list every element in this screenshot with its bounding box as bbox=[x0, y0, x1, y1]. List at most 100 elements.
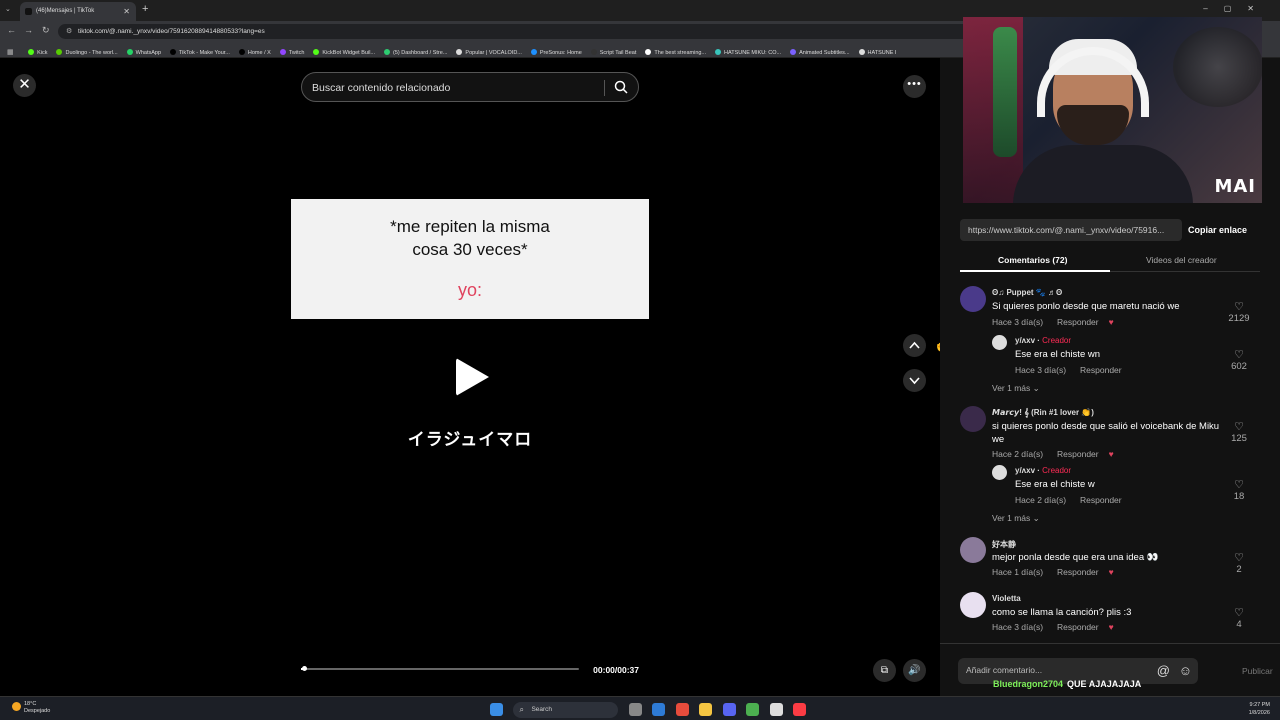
bookmark-item[interactable]: KickBot Widget Buil... bbox=[313, 49, 375, 56]
bookmark-item[interactable]: Home / X bbox=[238, 49, 271, 56]
settings-icon[interactable] bbox=[769, 703, 783, 717]
taskbar-search[interactable]: ⌕ Search bbox=[513, 701, 619, 718]
comment-time: Hace 3 día(s) bbox=[992, 622, 1044, 632]
comment-item: 好本静 mejor ponla desde que era una idea 👀… bbox=[960, 537, 1270, 582]
reply-text: Ese era el chiste w bbox=[1015, 479, 1095, 490]
reload-icon[interactable]: ↻ bbox=[42, 25, 50, 36]
bookmark-item[interactable]: PreSonus: Home bbox=[530, 49, 582, 56]
reply-user[interactable]: y/ʌxv · Creador bbox=[1015, 466, 1071, 475]
more-options-button[interactable]: ••• bbox=[903, 75, 926, 98]
bookmark-item[interactable]: Duolingo - The worl... bbox=[56, 49, 118, 56]
edge-icon[interactable] bbox=[652, 703, 666, 717]
avatar[interactable] bbox=[992, 335, 1007, 350]
mention-icon[interactable]: @ bbox=[1157, 663, 1170, 678]
avatar[interactable] bbox=[960, 537, 986, 563]
avatar[interactable] bbox=[960, 286, 986, 312]
like-button[interactable]: ♡ 4 bbox=[1226, 606, 1252, 630]
next-video-button[interactable] bbox=[903, 369, 926, 392]
bookmark-item[interactable]: Kick bbox=[28, 49, 47, 56]
reply-button[interactable]: Responder bbox=[1057, 449, 1099, 459]
bookmark-favicon-icon bbox=[313, 49, 320, 55]
reply-time: Hace 3 día(s) bbox=[1015, 365, 1067, 375]
bookmark-item[interactable]: TikTok - Make Your... bbox=[170, 49, 230, 56]
reply-meta: Hace 3 día(s) Responder bbox=[1015, 365, 1122, 375]
bookmark-item[interactable]: HATSUNE I bbox=[858, 49, 896, 56]
like-count: 4 bbox=[1236, 619, 1242, 630]
video-player[interactable]: Buscar contenido relacionado *me repiten… bbox=[291, 58, 649, 696]
comment-meta: Hace 3 día(s) Responder ♥ bbox=[992, 622, 1114, 632]
bookmark-item[interactable]: Twitch bbox=[279, 49, 304, 56]
apps-grid-icon[interactable]: ▦ bbox=[7, 48, 14, 56]
reply-button[interactable]: Responder bbox=[1080, 365, 1122, 375]
reply-button[interactable]: Responder bbox=[1057, 317, 1099, 327]
chat-text: QUE AJAJAJAJA bbox=[1067, 679, 1142, 689]
comment-meta: Hace 2 día(s) Responder ♥ bbox=[992, 449, 1114, 459]
site-info-icon[interactable]: ⚙ bbox=[66, 27, 72, 35]
share-link-field[interactable]: https://www.tiktok.com/@.nami._ynxv/vide… bbox=[960, 219, 1182, 241]
close-video-button[interactable]: ✕ bbox=[13, 74, 36, 97]
bookmark-item[interactable]: HATSUNE MIKU: CO... bbox=[715, 49, 781, 56]
like-button[interactable]: ♡ 2129 bbox=[1226, 300, 1252, 324]
search-icon[interactable] bbox=[614, 80, 628, 94]
bookmark-item[interactable]: Script Tail Beat bbox=[590, 49, 636, 56]
tab-comments[interactable]: Comentarios (72) bbox=[998, 255, 1067, 265]
weather-widget[interactable]: 18°C Despejado bbox=[12, 701, 50, 715]
volume-button[interactable]: 🔊 bbox=[903, 659, 926, 682]
bookmark-item[interactable]: The best streaming... bbox=[645, 49, 706, 56]
like-button[interactable]: ♡ 18 bbox=[1226, 478, 1252, 502]
bookmark-item[interactable]: Popular | VOCALOID... bbox=[456, 49, 522, 56]
bookmark-label: TikTok - Make Your... bbox=[179, 50, 230, 56]
publish-button[interactable]: Publicar bbox=[1242, 666, 1273, 676]
bookmark-item[interactable]: WhatsApp bbox=[126, 49, 161, 56]
bookmark-label: Kick bbox=[37, 50, 48, 56]
caption-yo: yo: bbox=[457, 280, 482, 300]
like-button[interactable]: ♡ 125 bbox=[1226, 420, 1252, 444]
browser-tab-active[interactable]: (46)Mensajes | TikTok ✕ bbox=[20, 2, 136, 21]
previous-video-button[interactable] bbox=[903, 334, 926, 357]
reply-button[interactable]: Responder bbox=[1057, 622, 1099, 632]
taskbar-clock[interactable]: 9:27 PM 1/8/2026 bbox=[1249, 701, 1270, 717]
window-controls[interactable]: –▢✕ bbox=[1203, 4, 1270, 13]
like-button[interactable]: ♡ 602 bbox=[1226, 348, 1252, 372]
video-progress-bar[interactable] bbox=[301, 666, 579, 671]
reply-user[interactable]: y/ʌxv · Creador bbox=[1015, 336, 1071, 345]
play-icon[interactable] bbox=[456, 358, 489, 396]
copy-link-button[interactable]: Copiar enlace bbox=[1188, 225, 1247, 235]
see-more-replies[interactable]: Ver 1 más ⌄ bbox=[992, 513, 1040, 524]
tab-creator-videos[interactable]: Videos del creador bbox=[1146, 255, 1217, 265]
comment-user[interactable]: Violetta bbox=[992, 594, 1021, 603]
share-link-row: https://www.tiktok.com/@.nami._ynxv/vide… bbox=[960, 219, 1260, 241]
music-icon[interactable] bbox=[793, 703, 807, 717]
comment-user[interactable]: 𝙈𝙖𝙧𝙘𝙮! 𝄞 (Rin #1 lover 👏) bbox=[992, 408, 1094, 418]
comment-time: Hace 2 día(s) bbox=[992, 449, 1044, 459]
chrome-icon[interactable] bbox=[746, 703, 760, 717]
reply-button[interactable]: Responder bbox=[1080, 495, 1122, 505]
comment-user[interactable]: ʘ♫ Puppet 🐾 ♬ʘ bbox=[992, 288, 1062, 297]
like-button[interactable]: ♡ 2 bbox=[1226, 551, 1252, 575]
clock-date: 1/8/2026 bbox=[1248, 710, 1270, 716]
app-icon[interactable] bbox=[675, 703, 689, 717]
avatar[interactable] bbox=[992, 465, 1007, 480]
forward-icon[interactable]: → bbox=[24, 25, 33, 35]
task-view-icon[interactable] bbox=[628, 703, 642, 717]
progress-handle[interactable] bbox=[301, 666, 307, 671]
mini-player-button[interactable]: ⧉ bbox=[873, 659, 896, 682]
see-more-replies[interactable]: Ver 1 más ⌄ bbox=[992, 383, 1040, 394]
tab-close-icon[interactable]: ✕ bbox=[123, 7, 130, 16]
back-icon[interactable]: ← bbox=[7, 25, 16, 35]
discord-icon[interactable] bbox=[722, 703, 736, 717]
bookmark-item[interactable]: Animated Subtitles... bbox=[790, 49, 850, 56]
bookmark-favicon-icon bbox=[530, 49, 537, 55]
start-icon[interactable] bbox=[490, 703, 503, 717]
tab-search-icon[interactable]: ⌄ bbox=[5, 5, 11, 13]
emoji-icon[interactable]: ☺ bbox=[1179, 663, 1192, 678]
reply-button[interactable]: Responder bbox=[1057, 567, 1099, 577]
bookmark-item[interactable]: (5) Dashboard / Stre... bbox=[384, 49, 447, 56]
related-search-input[interactable]: Buscar contenido relacionado bbox=[301, 72, 639, 102]
comment-user[interactable]: 好本静 bbox=[992, 539, 1016, 550]
file-explorer-icon[interactable] bbox=[699, 703, 713, 717]
avatar[interactable] bbox=[960, 592, 986, 618]
avatar[interactable] bbox=[960, 406, 986, 432]
new-tab-button[interactable]: + bbox=[142, 3, 148, 15]
heart-icon: ♡ bbox=[1234, 421, 1244, 433]
